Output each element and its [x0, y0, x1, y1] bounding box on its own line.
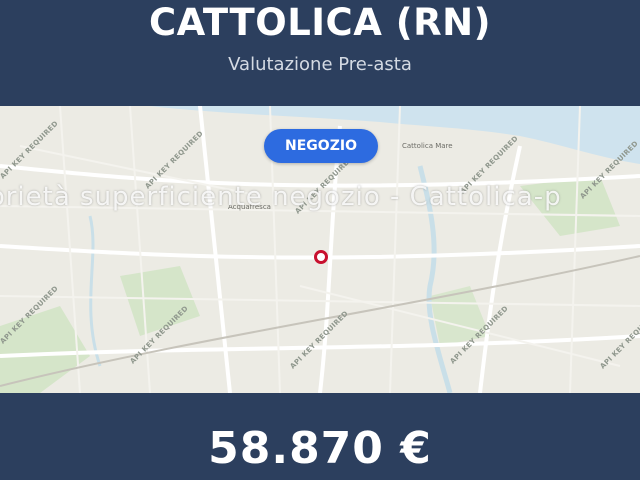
sea-area — [150, 106, 640, 164]
place-label: Cattolica Mare — [402, 142, 453, 150]
footer: 58.870 € — [0, 393, 640, 480]
page-title: CATTOLICA (RN) — [149, 1, 491, 44]
price-value: 58.870 € — [208, 423, 432, 474]
watermark-text: iprietà superficiente negozio - Cattolic… — [0, 182, 562, 212]
river — [88, 215, 102, 367]
park-area — [120, 266, 200, 336]
location-marker-icon[interactable] — [313, 249, 329, 265]
page-subtitle: Valutazione Pre-asta — [228, 54, 412, 75]
rail-line — [0, 255, 640, 387]
page: CATTOLICA (RN) Valutazione Pre-asta API … — [0, 0, 640, 480]
header: CATTOLICA (RN) Valutazione Pre-asta — [0, 0, 640, 106]
category-badge[interactable]: NEGOZIO — [264, 129, 378, 163]
